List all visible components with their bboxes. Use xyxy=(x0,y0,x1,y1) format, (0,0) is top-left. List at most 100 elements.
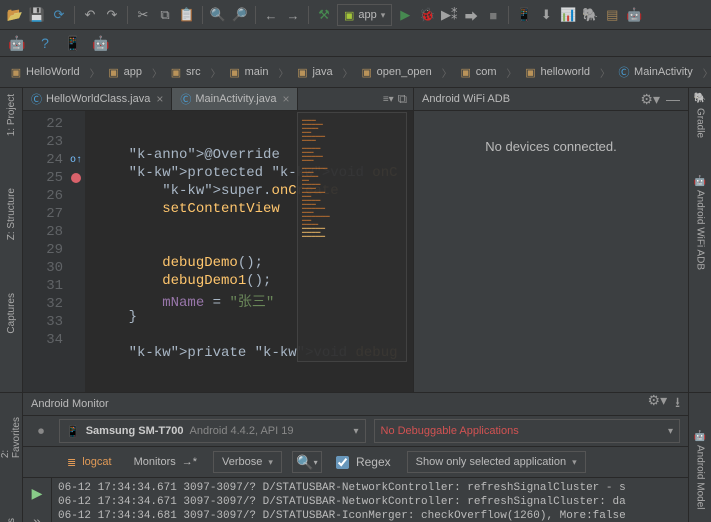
sdk-icon[interactable]: ⬇ xyxy=(537,6,555,24)
rail-project[interactable]: 1: Project xyxy=(6,92,17,138)
process-select[interactable]: No Debuggable Applications ▾ xyxy=(374,419,681,443)
device-name: Samsung SM-T700 xyxy=(86,425,184,437)
monitor-body: ▶ » 06-12 17:34:34.671 3097-3097/? D/STA… xyxy=(23,478,688,522)
replace-icon[interactable]: 🔎 xyxy=(231,6,249,24)
rail-wifi-adb[interactable]: 🤖Android WiFi ADB xyxy=(695,174,706,270)
gear-icon[interactable]: ⚙▾ xyxy=(648,392,668,416)
debug-icon[interactable]: 🐞 xyxy=(418,6,436,24)
breakpoint-icon[interactable] xyxy=(71,173,81,183)
cut-icon[interactable]: ✂ xyxy=(134,6,152,24)
crumb-4[interactable]: ▣java xyxy=(292,65,338,79)
override-marker-icon[interactable]: o↑ xyxy=(70,155,82,166)
crumb-3[interactable]: ▣main xyxy=(225,65,275,79)
more-icon[interactable]: » xyxy=(28,512,46,522)
folder-icon: ▣ xyxy=(361,66,373,78)
log-output[interactable]: 06-12 17:34:34.671 3097-3097/? D/STATUSB… xyxy=(52,478,688,522)
tab-0[interactable]: Ⓒ HelloWorldClass.java × xyxy=(23,88,172,110)
android-device-icon[interactable]: 🤖 xyxy=(92,34,110,52)
editor-tabs: Ⓒ HelloWorldClass.java × Ⓒ MainActivity.… xyxy=(23,88,413,111)
folder-icon: ▣ xyxy=(108,66,120,78)
android-app-icon[interactable]: 🤖 xyxy=(8,34,26,52)
monitors-tab[interactable]: Monitors →* xyxy=(128,454,203,470)
stop-icon[interactable]: ■ xyxy=(484,6,502,24)
rail-variants[interactable]: Variants xyxy=(6,518,17,522)
process-name: No Debuggable Applications xyxy=(381,425,519,437)
crumb-label: helloworld xyxy=(541,66,591,78)
undo-icon[interactable]: ↶ xyxy=(81,6,99,24)
crumb-0[interactable]: ▣HelloWorld xyxy=(6,65,86,79)
folder-icon: ▣ xyxy=(460,66,472,78)
download-icon[interactable]: ⭳ xyxy=(675,392,680,416)
tab-1[interactable]: Ⓒ MainActivity.java × xyxy=(172,88,298,110)
help-icon[interactable]: ? xyxy=(36,34,54,52)
chevron-down-icon: ▾ xyxy=(381,10,386,21)
code-text[interactable]: "k-anno">@Override "k-kw">protected "k-k… xyxy=(85,125,413,378)
logcat-tab[interactable]: ≣ logcat xyxy=(61,454,118,471)
right-tool-rail: 🐘Gradle 🤖Android WiFi ADB xyxy=(688,88,711,392)
find-icon[interactable]: 🔍 xyxy=(209,6,227,24)
crumb-label: com xyxy=(476,66,497,78)
rail-gradle[interactable]: 🐘Gradle xyxy=(695,92,706,138)
crumb-label: java xyxy=(312,66,332,78)
make-icon[interactable]: ⚒ xyxy=(315,6,333,24)
back-icon[interactable]: ← xyxy=(262,6,280,24)
close-icon[interactable]: × xyxy=(282,92,289,106)
split-icon[interactable]: ≡▾ xyxy=(383,94,394,105)
chevron-down-icon: ▾ xyxy=(668,426,673,437)
filter-select[interactable]: Show only selected application ▾ xyxy=(407,451,586,473)
profile-icon[interactable]: ▶⁑ xyxy=(440,6,458,24)
rail-captures[interactable]: Captures xyxy=(6,291,17,336)
copy-icon[interactable]: ⧉ xyxy=(156,6,174,24)
editor: Ⓒ HelloWorldClass.java × Ⓒ MainActivity.… xyxy=(23,88,413,392)
arrow-icon: →* xyxy=(182,456,197,468)
monitor-title: Android Monitor xyxy=(31,398,109,410)
rail-structure[interactable]: Z: Structure xyxy=(6,186,17,242)
sync-icon[interactable]: ⟳ xyxy=(50,6,68,24)
device-select[interactable]: 📱 Samsung SM-T700 Android 4.4.2, API 19 … xyxy=(59,419,366,443)
run-config-select[interactable]: ▣ app ▾ xyxy=(337,4,392,26)
tab-label: HelloWorldClass.java xyxy=(46,93,150,105)
ddms-icon[interactable]: 📊 xyxy=(559,6,577,24)
android-monitor-icon[interactable]: 🤖 xyxy=(625,6,643,24)
paste-icon[interactable]: 📋 xyxy=(178,6,196,24)
gutter: 22232425262728293031323334 xyxy=(23,111,67,392)
hide-icon[interactable]: — xyxy=(666,91,680,108)
monitor-title-bar: Android Monitor ⚙▾ ⭳ xyxy=(23,393,688,416)
crumb-7[interactable]: ▣helloworld xyxy=(521,65,597,79)
rail-android-model[interactable]: 🤖 Android Model xyxy=(695,429,706,510)
android-icon: 🤖 xyxy=(695,174,706,186)
secondary-toolbar: 🤖 ? 📱 🤖 xyxy=(0,30,711,57)
redo-icon[interactable]: ↷ xyxy=(103,6,121,24)
class-icon: Ⓒ xyxy=(31,91,42,107)
proj-structure-icon[interactable]: ▤ xyxy=(603,6,621,24)
crumb-6[interactable]: ▣ com xyxy=(456,65,503,79)
open-icon[interactable]: 📂 xyxy=(6,6,24,24)
tab-label: MainActivity.java xyxy=(195,93,276,105)
tab-menu-icon[interactable]: ⧉ xyxy=(398,91,407,107)
class-icon: Ⓒ xyxy=(618,66,630,78)
close-icon[interactable]: × xyxy=(156,92,163,106)
crumb-1[interactable]: ▣ app xyxy=(104,65,148,79)
android-icon: ▣ xyxy=(344,9,354,22)
crumb-2[interactable]: ▣src xyxy=(166,65,207,79)
gradle-sync-icon[interactable]: 🐘 xyxy=(581,6,599,24)
run-icon[interactable]: ▶ xyxy=(396,6,414,24)
regex-label: Regex xyxy=(356,455,391,469)
crumb-label: app xyxy=(124,66,142,78)
save-all-icon[interactable]: 💾 xyxy=(28,6,46,24)
attach-icon[interactable]: ⮕ xyxy=(462,6,480,24)
avd-icon[interactable]: 📱 xyxy=(515,6,533,24)
record-icon[interactable]: ⏺ xyxy=(31,424,51,439)
regex-check-input[interactable] xyxy=(336,456,349,469)
gear-icon[interactable]: ⚙▾ xyxy=(640,91,660,108)
rail-favorites[interactable]: 2: Favorites xyxy=(0,417,22,458)
regex-checkbox[interactable]: Regex xyxy=(332,453,391,472)
crumb-5[interactable]: ▣open_open xyxy=(357,65,438,79)
run-logcat-icon[interactable]: ▶ xyxy=(28,484,46,502)
device-icon[interactable]: 📱 xyxy=(64,34,82,52)
forward-icon[interactable]: → xyxy=(284,6,302,24)
log-search[interactable]: 🔍▾ xyxy=(292,451,322,473)
log-level-select[interactable]: Verbose ▾ xyxy=(213,451,282,473)
crumb-8[interactable]: ⒸMainActivity xyxy=(614,65,699,79)
code-area[interactable]: 22232425262728293031323334 o↑ "k-anno">@… xyxy=(23,111,413,392)
